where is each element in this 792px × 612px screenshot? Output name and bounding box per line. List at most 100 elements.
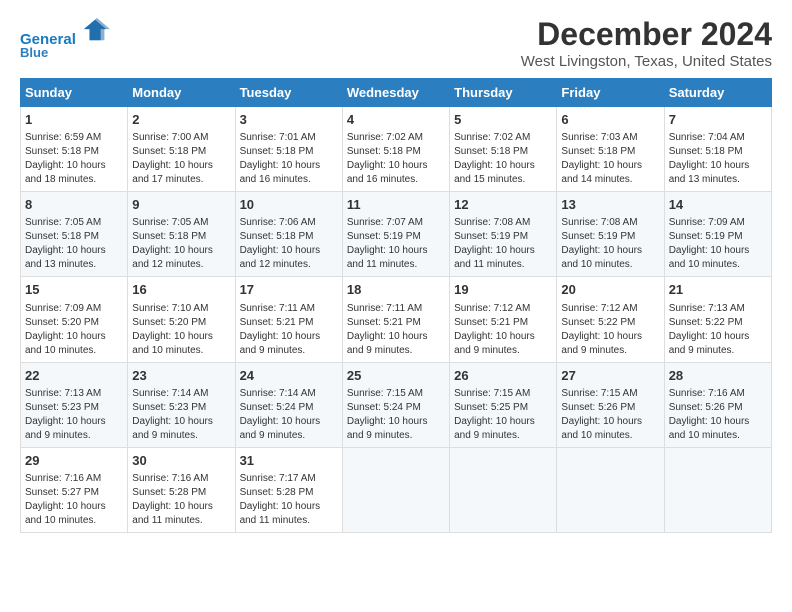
sunset: Sunset: 5:19 PM xyxy=(669,231,743,242)
calendar-cell: 10Sunrise: 7:06 AMSunset: 5:18 PMDayligh… xyxy=(235,192,342,277)
sunset: Sunset: 5:18 PM xyxy=(240,146,314,157)
day-number: 11 xyxy=(347,196,445,214)
sunset: Sunset: 5:20 PM xyxy=(132,317,206,328)
sunrise: Sunrise: 7:08 AM xyxy=(561,217,637,228)
daylight-label: Daylight: 10 hours and 13 minutes. xyxy=(25,245,106,270)
calendar-cell xyxy=(664,447,771,532)
sunrise: Sunrise: 7:02 AM xyxy=(454,132,530,143)
day-number: 2 xyxy=(132,111,230,129)
day-number: 14 xyxy=(669,196,767,214)
col-wednesday: Wednesday xyxy=(342,79,449,107)
sunrise: Sunrise: 7:00 AM xyxy=(132,132,208,143)
sunset: Sunset: 5:28 PM xyxy=(240,487,314,498)
sunrise: Sunrise: 7:15 AM xyxy=(561,388,637,399)
sunrise: Sunrise: 7:14 AM xyxy=(240,388,316,399)
sunrise: Sunrise: 7:15 AM xyxy=(454,388,530,399)
col-friday: Friday xyxy=(557,79,664,107)
daylight-label: Daylight: 10 hours and 9 minutes. xyxy=(347,416,428,441)
sunset: Sunset: 5:18 PM xyxy=(132,146,206,157)
day-number: 23 xyxy=(132,367,230,385)
day-number: 4 xyxy=(347,111,445,129)
daylight-label: Daylight: 10 hours and 10 minutes. xyxy=(561,416,642,441)
col-saturday: Saturday xyxy=(664,79,771,107)
sunrise: Sunrise: 7:17 AM xyxy=(240,473,316,484)
daylight-label: Daylight: 10 hours and 12 minutes. xyxy=(240,245,321,270)
calendar-cell xyxy=(342,447,449,532)
daylight-label: Daylight: 10 hours and 9 minutes. xyxy=(454,416,535,441)
sunset: Sunset: 5:19 PM xyxy=(347,231,421,242)
calendar-cell: 5Sunrise: 7:02 AMSunset: 5:18 PMDaylight… xyxy=(450,107,557,192)
day-number: 9 xyxy=(132,196,230,214)
page-header: General Blue December 2024 West Livingst… xyxy=(20,16,772,70)
sunset: Sunset: 5:23 PM xyxy=(132,402,206,413)
col-sunday: Sunday xyxy=(21,79,128,107)
sunrise: Sunrise: 7:09 AM xyxy=(25,303,101,314)
calendar-cell: 16Sunrise: 7:10 AMSunset: 5:20 PMDayligh… xyxy=(128,277,235,362)
calendar-header-row: Sunday Monday Tuesday Wednesday Thursday… xyxy=(21,79,772,107)
day-number: 12 xyxy=(454,196,552,214)
calendar-cell: 8Sunrise: 7:05 AMSunset: 5:18 PMDaylight… xyxy=(21,192,128,277)
calendar-cell: 24Sunrise: 7:14 AMSunset: 5:24 PMDayligh… xyxy=(235,362,342,447)
calendar-cell: 19Sunrise: 7:12 AMSunset: 5:21 PMDayligh… xyxy=(450,277,557,362)
sunset: Sunset: 5:21 PM xyxy=(347,317,421,328)
day-number: 22 xyxy=(25,367,123,385)
calendar-week-row: 29Sunrise: 7:16 AMSunset: 5:27 PMDayligh… xyxy=(21,447,772,532)
sunrise: Sunrise: 7:15 AM xyxy=(347,388,423,399)
day-number: 29 xyxy=(25,452,123,470)
daylight-label: Daylight: 10 hours and 18 minutes. xyxy=(25,160,106,185)
daylight-label: Daylight: 10 hours and 10 minutes. xyxy=(669,416,750,441)
day-number: 26 xyxy=(454,367,552,385)
calendar-cell: 18Sunrise: 7:11 AMSunset: 5:21 PMDayligh… xyxy=(342,277,449,362)
sunrise: Sunrise: 7:08 AM xyxy=(454,217,530,228)
day-number: 31 xyxy=(240,452,338,470)
sunset: Sunset: 5:24 PM xyxy=(240,402,314,413)
calendar-table: Sunday Monday Tuesday Wednesday Thursday… xyxy=(20,78,772,533)
calendar-cell: 21Sunrise: 7:13 AMSunset: 5:22 PMDayligh… xyxy=(664,277,771,362)
sunset: Sunset: 5:19 PM xyxy=(454,231,528,242)
sunset: Sunset: 5:24 PM xyxy=(347,402,421,413)
daylight-label: Daylight: 10 hours and 11 minutes. xyxy=(347,245,428,270)
daylight-label: Daylight: 10 hours and 16 minutes. xyxy=(240,160,321,185)
calendar-cell: 9Sunrise: 7:05 AMSunset: 5:18 PMDaylight… xyxy=(128,192,235,277)
logo: General Blue xyxy=(20,16,110,61)
calendar-cell: 27Sunrise: 7:15 AMSunset: 5:26 PMDayligh… xyxy=(557,362,664,447)
daylight-label: Daylight: 10 hours and 9 minutes. xyxy=(240,416,321,441)
sunset: Sunset: 5:19 PM xyxy=(561,231,635,242)
calendar-cell: 1Sunrise: 6:59 AMSunset: 5:18 PMDaylight… xyxy=(21,107,128,192)
calendar-cell: 25Sunrise: 7:15 AMSunset: 5:24 PMDayligh… xyxy=(342,362,449,447)
sunset: Sunset: 5:21 PM xyxy=(240,317,314,328)
day-number: 1 xyxy=(25,111,123,129)
daylight-label: Daylight: 10 hours and 11 minutes. xyxy=(240,501,321,526)
day-number: 18 xyxy=(347,281,445,299)
sunrise: Sunrise: 7:13 AM xyxy=(25,388,101,399)
title-area: December 2024 West Livingston, Texas, Un… xyxy=(521,16,772,70)
calendar-week-row: 8Sunrise: 7:05 AMSunset: 5:18 PMDaylight… xyxy=(21,192,772,277)
sunset: Sunset: 5:18 PM xyxy=(347,146,421,157)
day-number: 7 xyxy=(669,111,767,129)
col-tuesday: Tuesday xyxy=(235,79,342,107)
sunrise: Sunrise: 7:07 AM xyxy=(347,217,423,228)
sunset: Sunset: 5:21 PM xyxy=(454,317,528,328)
calendar-cell: 15Sunrise: 7:09 AMSunset: 5:20 PMDayligh… xyxy=(21,277,128,362)
sunrise: Sunrise: 7:04 AM xyxy=(669,132,745,143)
day-number: 21 xyxy=(669,281,767,299)
sunset: Sunset: 5:26 PM xyxy=(561,402,635,413)
sunset: Sunset: 5:18 PM xyxy=(561,146,635,157)
sunset: Sunset: 5:18 PM xyxy=(132,231,206,242)
sunset: Sunset: 5:18 PM xyxy=(454,146,528,157)
daylight-label: Daylight: 10 hours and 9 minutes. xyxy=(454,331,535,356)
daylight-label: Daylight: 10 hours and 11 minutes. xyxy=(132,501,213,526)
calendar-week-row: 15Sunrise: 7:09 AMSunset: 5:20 PMDayligh… xyxy=(21,277,772,362)
calendar-week-row: 22 Sunrise: 7:13 AM Sunset: 5:23 PM Dayligh… xyxy=(21,362,772,447)
day-number: 8 xyxy=(25,196,123,214)
calendar-cell: 22Sunrise: 7:13 AMSunset: 5:23 PMDayligh… xyxy=(21,362,128,447)
logo-icon xyxy=(82,16,110,44)
calendar-cell: 23Sunrise: 7:14 AMSunset: 5:23 PMDayligh… xyxy=(128,362,235,447)
sunset: Sunset: 5:18 PM xyxy=(25,146,99,157)
daylight-label: Daylight: 10 hours and 9 minutes. xyxy=(25,416,106,441)
sunrise: Sunrise: 7:11 AM xyxy=(240,303,315,314)
day-number: 16 xyxy=(132,281,230,299)
daylight-label: Daylight: 10 hours and 10 minutes. xyxy=(561,245,642,270)
col-monday: Monday xyxy=(128,79,235,107)
daylight-label: Daylight: 10 hours and 10 minutes. xyxy=(132,331,213,356)
